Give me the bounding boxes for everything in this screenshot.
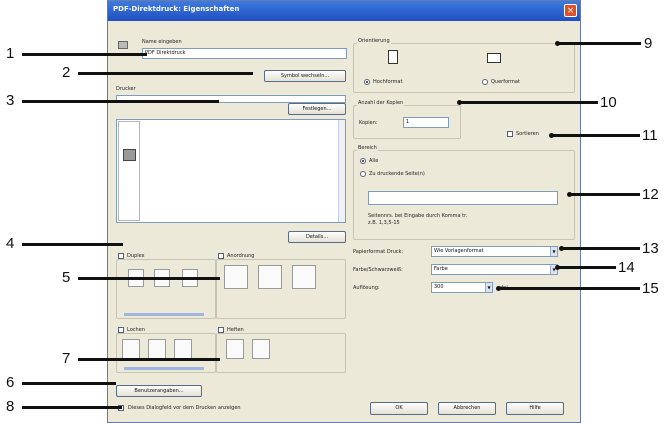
range-pages-label: Zu druckende Seite(n) (369, 171, 425, 177)
printer-label: Drucker (116, 86, 136, 92)
callout-number-12: 12 (642, 186, 659, 203)
landscape-radio[interactable] (482, 79, 488, 85)
cancel-button[interactable]: Abbrechen (438, 402, 496, 415)
callout-dot-14 (555, 265, 560, 270)
portrait-label: Hochformat (373, 79, 403, 85)
range-hint-2: z.B. 1,3,5-15 (368, 220, 400, 226)
callout-dot-13 (559, 246, 564, 251)
color-label: Farbe/Schwarzweiß: (353, 267, 403, 273)
punch-left-icon[interactable] (122, 339, 140, 359)
callout-number-9: 9 (644, 35, 653, 52)
callout-line-13 (560, 247, 640, 250)
resolution-label: Auflösung: (353, 285, 380, 291)
callout-line-3 (22, 100, 219, 103)
callout-number-8: 8 (6, 398, 15, 415)
arrangement-2up-icon[interactable] (224, 265, 248, 289)
callout-line-4 (22, 243, 123, 246)
callout-line-6 (22, 382, 116, 385)
range-all-radio[interactable] (360, 158, 366, 164)
printer-list[interactable] (116, 119, 346, 223)
copies-group-label: Anzahl der Kopien (357, 100, 405, 106)
resolution-select[interactable]: 300 ▼ (431, 282, 493, 293)
callout-number-14: 14 (618, 259, 635, 276)
staple-double-icon[interactable] (252, 339, 270, 359)
copies-stepper[interactable]: 1 (403, 117, 449, 128)
name-label: Name eingeben (142, 39, 182, 45)
callout-number-13: 13 (642, 240, 659, 257)
callout-dot-15 (496, 286, 501, 291)
callout-number-7: 7 (62, 350, 71, 367)
callout-number-2: 2 (62, 64, 71, 81)
callout-number-1: 1 (6, 45, 15, 62)
callout-number-11: 11 (642, 127, 658, 144)
callout-dot-11 (549, 133, 554, 138)
printer-icon (118, 41, 128, 49)
ok-button[interactable]: OK (370, 402, 428, 415)
callout-line-5 (78, 277, 220, 280)
printer-list-item[interactable] (118, 121, 140, 221)
pages-input[interactable] (368, 191, 558, 205)
orientation-group (353, 43, 575, 93)
landscape-icon (487, 53, 501, 63)
chevron-down-icon: ▼ (550, 247, 557, 256)
callout-number-3: 3 (6, 92, 15, 109)
color-select[interactable]: Farbe ▼ (431, 264, 558, 275)
callout-line-10 (458, 101, 598, 104)
window-title: PDF-Direktdruck: Eigenschaften (113, 5, 240, 13)
punch-scrollbar[interactable] (124, 367, 204, 370)
callout-line-7 (78, 358, 220, 361)
help-button[interactable]: Hilfe (506, 402, 564, 415)
callout-dot-12 (567, 192, 572, 197)
duplex-scrollbar[interactable] (124, 313, 204, 316)
user-details-button[interactable]: Benutzerangaben... (116, 385, 202, 397)
callout-line-14 (556, 266, 616, 269)
callout-number-15: 15 (642, 280, 659, 297)
change-symbol-button[interactable]: Symbol wechseln... (264, 70, 346, 82)
callout-line-1 (22, 53, 147, 56)
callout-line-12 (568, 193, 640, 196)
callout-line-9 (556, 42, 641, 45)
arrangement-6up-icon[interactable] (292, 265, 316, 289)
punch-right-icon[interactable] (174, 339, 192, 359)
details-button[interactable]: Details... (288, 231, 346, 243)
callout-number-4: 4 (6, 235, 15, 252)
portrait-radio[interactable] (364, 79, 370, 85)
chevron-down-icon: ▼ (485, 283, 492, 292)
orientation-label: Orientierung (357, 38, 391, 44)
paper-size-label: Papierformat Druck: (353, 249, 404, 255)
landscape-label: Querformat (491, 79, 520, 85)
range-pages-radio[interactable] (360, 171, 366, 177)
callout-line-15 (497, 287, 640, 290)
sort-label: Sortieren (516, 131, 539, 137)
title-bar[interactable]: PDF-Direktdruck: Eigenschaften × (108, 1, 580, 21)
name-input[interactable]: PDF Direktdruck (142, 48, 347, 59)
paper-size-select[interactable]: Wie Vorlagenformat ▼ (431, 246, 558, 257)
printer-icon-large (123, 149, 136, 161)
copies-label: Kopien: (359, 120, 378, 126)
range-all-label: Alle (369, 158, 379, 164)
callout-number-5: 5 (62, 269, 71, 286)
set-button[interactable]: Festlegen... (288, 103, 346, 115)
duplex-group (116, 259, 216, 319)
sort-checkbox[interactable] (507, 131, 513, 137)
callout-line-11 (550, 134, 640, 137)
range-label: Bereich (357, 145, 378, 151)
staple-corner-icon[interactable] (226, 339, 244, 359)
arrangement-4up-icon[interactable] (258, 265, 282, 289)
list-scrollbar[interactable] (338, 120, 345, 222)
close-button[interactable]: × (564, 4, 577, 17)
range-hint-1: Seitennrs. bei Eingabe durch Komma tr. (368, 213, 468, 219)
callout-dot-9 (555, 41, 560, 46)
show-dialog-label: Dieses Dialogfeld vor dem Drucken anzeig… (128, 405, 241, 411)
portrait-icon (388, 50, 398, 64)
resolution-value: 300 (434, 284, 444, 290)
color-value: Farbe (434, 266, 448, 272)
callout-number-6: 6 (6, 374, 15, 391)
callout-line-8 (22, 406, 122, 409)
punch-top-icon[interactable] (148, 339, 166, 359)
paper-size-value: Wie Vorlagenformat (434, 248, 484, 254)
callout-dot-10 (457, 100, 462, 105)
callout-number-10: 10 (600, 94, 617, 111)
callout-line-2 (78, 72, 253, 75)
